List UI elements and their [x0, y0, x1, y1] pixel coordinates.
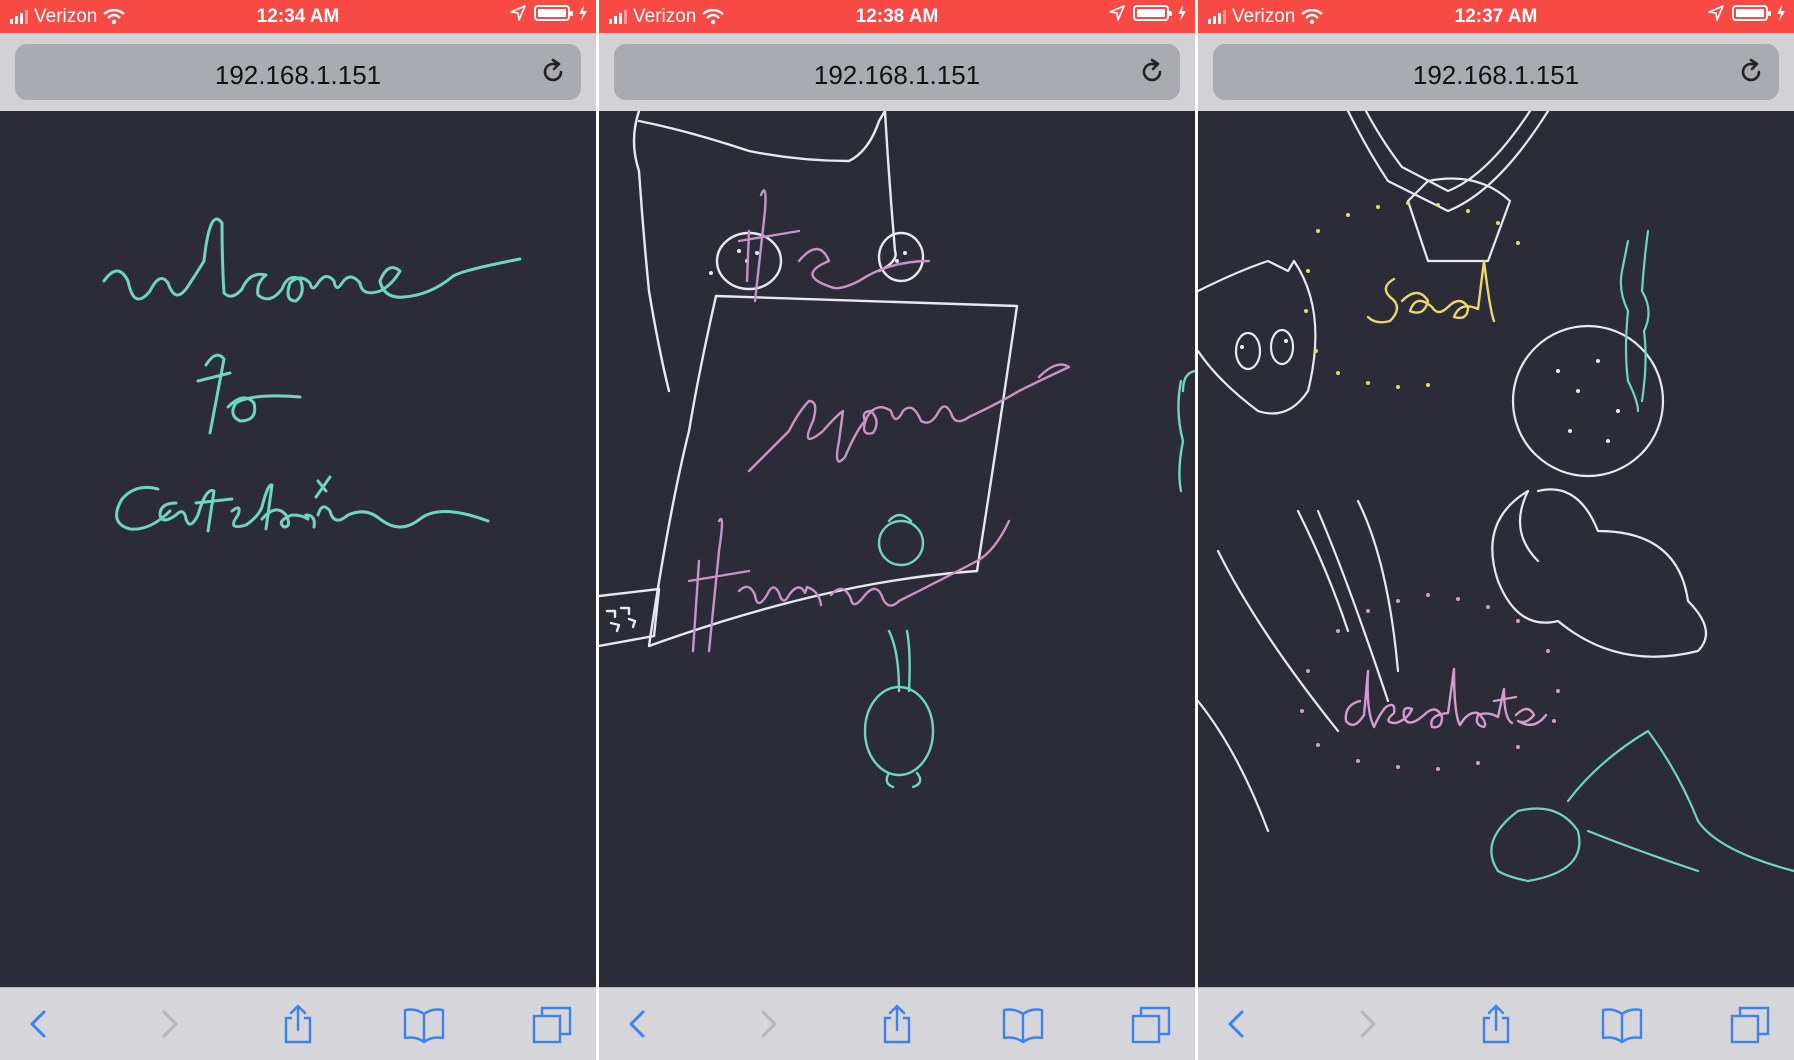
- charging-icon: [579, 5, 587, 21]
- drawing-canvas[interactable]: [1198, 111, 1794, 988]
- forward-button[interactable]: [1344, 1002, 1388, 1046]
- share-button[interactable]: [1474, 1002, 1518, 1046]
- share-icon: [1482, 1004, 1510, 1044]
- bookmarks-button[interactable]: [402, 1002, 446, 1046]
- location-icon: [1708, 5, 1724, 21]
- back-icon: [30, 1010, 46, 1038]
- phone-screen-3: Verizon 12:37 AM 192.168.1.151: [1198, 0, 1794, 1060]
- address-bar[interactable]: 192.168.1.151: [1213, 44, 1779, 100]
- charging-icon: [1777, 5, 1785, 21]
- tabs-button[interactable]: [530, 1002, 574, 1046]
- tabs-icon: [1730, 1006, 1770, 1044]
- bookmarks-button[interactable]: [1600, 1002, 1644, 1046]
- tabs-button[interactable]: [1129, 1002, 1173, 1046]
- handwriting-catslair: [115, 475, 490, 533]
- bookmarks-icon: [1601, 1008, 1643, 1044]
- location-icon: [1109, 5, 1125, 21]
- handwriting-welcome: [102, 217, 522, 303]
- browser-toolbar: [599, 987, 1195, 1060]
- url-text: 192.168.1.151: [1412, 60, 1580, 90]
- bookmarks-button[interactable]: [1001, 1002, 1045, 1046]
- forward-icon: [1360, 1010, 1376, 1038]
- browser-toolbar: [1198, 987, 1794, 1060]
- handwriting-desolate: [1344, 667, 1548, 729]
- status-bar: Verizon 12:38 AM: [599, 0, 1195, 33]
- battery-icon: [534, 5, 573, 21]
- back-icon: [1228, 1010, 1244, 1038]
- screenshot-collage: Verizon 12:34 AM 192.168.1.151 Verizon 1…: [0, 0, 1794, 1060]
- url-text: 192.168.1.151: [813, 60, 981, 90]
- sketch-figure: [863, 369, 1195, 789]
- forward-button[interactable]: [745, 1002, 789, 1046]
- phone-screen-1: Verizon 12:34 AM 192.168.1.151: [0, 0, 596, 1060]
- browser-toolbar: [0, 987, 596, 1060]
- back-button[interactable]: [617, 1002, 661, 1046]
- url-text: 192.168.1.151: [214, 60, 382, 90]
- address-bar[interactable]: 192.168.1.151: [614, 44, 1180, 100]
- address-bar-area: 192.168.1.151: [599, 33, 1195, 111]
- status-time: 12:37 AM: [1454, 6, 1538, 27]
- battery-icon: [1133, 5, 1172, 21]
- bookmarks-icon: [1002, 1008, 1044, 1044]
- sketch-figures-cyan: [1490, 229, 1794, 883]
- bookmarks-icon: [403, 1008, 445, 1044]
- address-bar-area: 192.168.1.151: [0, 33, 596, 111]
- share-button[interactable]: [276, 1002, 320, 1046]
- status-time: 12:38 AM: [855, 6, 939, 27]
- reload-icon[interactable]: [1737, 58, 1765, 86]
- forward-button[interactable]: [146, 1002, 190, 1046]
- status-bar: Verizon 12:37 AM: [1198, 0, 1794, 33]
- battery-icon: [1732, 5, 1771, 21]
- reload-icon[interactable]: [1138, 58, 1166, 86]
- drawing-canvas[interactable]: [0, 111, 596, 988]
- phone-screen-2: Verizon 12:38 AM 192.168.1.151: [599, 0, 1195, 1060]
- drawing-canvas[interactable]: [599, 111, 1195, 988]
- tabs-icon: [1131, 1006, 1171, 1044]
- tabs-button[interactable]: [1728, 1002, 1772, 1046]
- back-button[interactable]: [1216, 1002, 1260, 1046]
- share-icon: [284, 1004, 312, 1044]
- status-time: 12:34 AM: [256, 6, 340, 27]
- address-bar-area: 192.168.1.151: [1198, 33, 1794, 111]
- tabs-icon: [532, 1006, 572, 1044]
- handwriting-sad: [1366, 259, 1496, 324]
- sketch-doodles: [1198, 111, 1708, 833]
- share-button[interactable]: [875, 1002, 919, 1046]
- handwriting-to: [196, 353, 302, 435]
- forward-icon: [162, 1010, 178, 1038]
- address-bar[interactable]: 192.168.1.151: [15, 44, 581, 100]
- share-icon: [883, 1004, 911, 1044]
- sketch-cat-with-sign: [599, 111, 1019, 648]
- location-icon: [510, 5, 526, 21]
- forward-icon: [761, 1010, 777, 1038]
- back-button[interactable]: [18, 1002, 62, 1046]
- reload-icon[interactable]: [539, 58, 567, 86]
- status-bar: Verizon 12:34 AM: [0, 0, 596, 33]
- back-icon: [629, 1010, 645, 1038]
- dotted-ring-desolate: [1300, 593, 1560, 771]
- charging-icon: [1178, 5, 1186, 21]
